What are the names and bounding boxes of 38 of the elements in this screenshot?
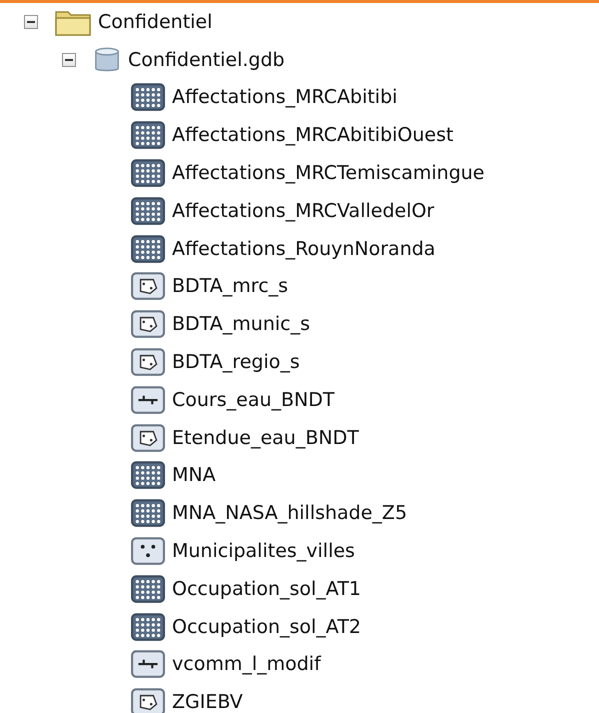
tree-item-label[interactable]: Confidentiel.gdb <box>128 48 285 71</box>
raster-grid-icon <box>131 121 165 150</box>
tree-item-label[interactable]: MNA <box>172 464 216 486</box>
collapse-toggle[interactable] <box>62 52 76 67</box>
line-layer-icon <box>131 386 165 414</box>
tree-item-label[interactable]: Affectations_MRCValledelOr <box>172 200 434 222</box>
raster-grid-icon <box>131 83 165 112</box>
tree-item-label[interactable]: Occupation_sol_AT1 <box>172 578 362 600</box>
tree-item-label[interactable]: Affectations_MRCAbitibi <box>172 86 398 108</box>
tree-item-label[interactable]: BDTA_regio_s <box>172 351 300 374</box>
tree-item-label[interactable]: BDTA_mrc_s <box>172 275 288 298</box>
raster-grid-icon <box>131 612 165 641</box>
raster-grid-icon <box>131 196 165 225</box>
tree-item-label[interactable]: Etendue_eau_BNDT <box>172 426 359 449</box>
polygon-layer-icon <box>131 424 165 452</box>
collapse-toggle[interactable] <box>24 14 38 29</box>
raster-grid-icon <box>131 234 165 263</box>
raster-grid-icon <box>131 159 165 188</box>
polygon-layer-icon <box>131 310 165 338</box>
tree-item-label[interactable]: Affectations_MRCTemiscamingue <box>172 162 484 184</box>
polygon-layer-icon <box>131 348 165 376</box>
tree-item-label[interactable]: Occupation_sol_AT2 <box>172 616 362 638</box>
tree-item-label[interactable]: BDTA_munic_s <box>172 313 310 336</box>
tree-item-label[interactable]: MNA_NASA_hillshade_Z5 <box>172 502 408 524</box>
tree-item-label[interactable]: ZGIEBV <box>172 691 243 713</box>
line-layer-icon <box>131 650 165 678</box>
tree-item-label[interactable]: Affectations_RouynNoranda <box>172 238 436 260</box>
raster-grid-icon <box>131 461 165 490</box>
tree-item-label[interactable]: vcomm_l_modif <box>172 653 321 676</box>
raster-grid-icon <box>131 499 165 528</box>
polygon-layer-icon <box>131 272 165 300</box>
tree-item-label[interactable]: Affectations_MRCAbitibiOuest <box>172 124 454 146</box>
tree-item-label[interactable]: Cours_eau_BNDT <box>172 388 335 411</box>
database-icon <box>93 46 121 74</box>
point-layer-icon <box>131 537 165 566</box>
tree-item-label[interactable]: Municipalites_villes <box>172 540 355 562</box>
raster-grid-icon <box>131 574 165 603</box>
tree-item-label[interactable]: Confidentiel <box>98 10 212 33</box>
